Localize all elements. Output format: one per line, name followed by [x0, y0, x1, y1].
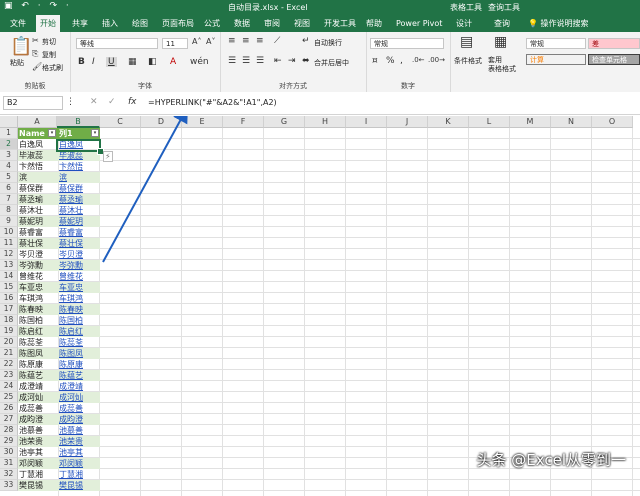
- conditional-format-icon[interactable]: ▤: [460, 34, 473, 50]
- cut-button[interactable]: 剪切: [42, 37, 56, 47]
- group-styles: ▤ 条件格式 ▦ 套用 表格格式 常规 差 计算 检查单元格: [450, 32, 640, 92]
- quick-access-toolbar[interactable]: ▣ ↶ · ↷ ·: [4, 1, 72, 11]
- accounting-format-icon[interactable]: ¤: [372, 56, 378, 66]
- decrease-decimal-icon[interactable]: .00→: [428, 56, 445, 64]
- font-color-icon[interactable]: A: [170, 57, 176, 67]
- phonetic-icon[interactable]: wén: [190, 57, 209, 67]
- format-painter-button[interactable]: 格式刷: [42, 63, 63, 73]
- worksheet[interactable]: ABCDEFGHIJKLMNO 1 2 3 4 5 6 7 8 9 10 11 12 13 14 15 16 1…: [0, 116, 640, 496]
- paste-button[interactable]: 粘贴: [10, 58, 24, 68]
- context-tab-query-tools: 查询工具: [488, 3, 520, 12]
- lightbulb-icon: 💡: [528, 19, 538, 28]
- cut-icon[interactable]: ✂: [32, 36, 39, 45]
- format-as-table-button[interactable]: 套用 表格格式: [488, 56, 516, 74]
- clipboard-group-label: 剪贴板: [24, 82, 46, 90]
- format-painter-icon[interactable]: 🖌: [32, 62, 42, 71]
- font-group-label: 字体: [138, 82, 152, 90]
- wrap-text-icon[interactable]: ↵: [302, 36, 310, 46]
- tab-file[interactable]: 文件: [6, 15, 30, 32]
- merge-center-icon[interactable]: ⬌: [302, 56, 310, 66]
- tab-share[interactable]: 共享: [68, 15, 92, 32]
- tell-me-search[interactable]: 💡 操作说明搜索: [528, 15, 589, 32]
- group-number: 常规 ¤ % , .0← .00→ 数字: [366, 32, 451, 92]
- number-group-label: 数字: [401, 82, 415, 90]
- style-normal[interactable]: 常规: [526, 38, 586, 49]
- name-box-more-icon[interactable]: ⋮: [66, 97, 75, 107]
- ribbon-tab-bar: 文件 开始 共享 插入 绘图 页面布局 公式 数据 审阅 视图 开发工具 帮助 …: [0, 15, 640, 32]
- comma-style-icon[interactable]: ,: [400, 56, 403, 66]
- tab-review[interactable]: 审阅: [260, 15, 284, 32]
- tab-formulas[interactable]: 公式: [200, 15, 224, 32]
- tab-insert[interactable]: 插入: [98, 15, 122, 32]
- number-format-select[interactable]: 常规: [370, 38, 444, 49]
- formula-bar: B2 ⋮ ✕ ✓ fx =HYPERLINK("#"&A2&"!A1",A2): [0, 92, 640, 115]
- bold-button[interactable]: B: [78, 57, 85, 67]
- conditional-format-button[interactable]: 条件格式: [454, 56, 482, 66]
- enter-icon[interactable]: ✓: [108, 97, 116, 107]
- align-left-icon[interactable]: ☰: [228, 56, 236, 66]
- increase-font-icon[interactable]: A˄: [192, 37, 201, 46]
- annotation-arrow: [102, 116, 188, 263]
- group-font: 等线 11 A˄ A˅ B I U ▦ ◧ A wén 字体: [70, 32, 221, 92]
- increase-indent-icon[interactable]: ⇥: [288, 56, 296, 66]
- watermark-text: 头条 @Excel从零到一: [476, 451, 626, 469]
- group-clipboard: 📋 粘贴 ✂ 剪切 ⎘ 复制 🖌 格式刷 剪贴板: [0, 32, 71, 92]
- tell-me-label: 操作说明搜索: [540, 19, 589, 28]
- title-bar: ▣ ↶ · ↷ · 自动目录.xlsx - Excel 表格工具 查询工具: [0, 0, 640, 15]
- window-title: 自动目录.xlsx - Excel: [228, 3, 308, 12]
- copy-button[interactable]: 复制: [42, 50, 56, 60]
- format-as-table-icon[interactable]: ▦: [494, 34, 507, 50]
- orientation-icon[interactable]: ⟋: [274, 36, 280, 46]
- name-box[interactable]: B2: [3, 96, 63, 110]
- tab-home[interactable]: 开始: [36, 15, 60, 32]
- tab-page-layout[interactable]: 页面布局: [158, 15, 198, 32]
- italic-button[interactable]: I: [92, 57, 95, 67]
- formula-input[interactable]: =HYPERLINK("#"&A2&"!A1",A2): [148, 96, 636, 110]
- group-alignment: ≡ ≡ ≡ ⟋ ↵ 自动换行 ☰ ☰ ☰ ⇤ ⇥ ⬌ 合并后居中 对齐方式: [220, 32, 367, 92]
- font-size-select[interactable]: 11: [162, 38, 188, 49]
- insert-function-icon[interactable]: fx: [128, 97, 137, 107]
- tab-developer[interactable]: 开发工具: [320, 15, 360, 32]
- merge-center-button[interactable]: 合并后居中: [314, 58, 349, 68]
- borders-icon[interactable]: ▦: [128, 57, 137, 67]
- increase-decimal-icon[interactable]: .0←: [412, 56, 425, 64]
- font-name-select[interactable]: 等线: [76, 38, 158, 49]
- wrap-text-button[interactable]: 自动换行: [314, 38, 342, 48]
- ribbon: 📋 粘贴 ✂ 剪切 ⎘ 复制 🖌 格式刷 剪贴板 等线 11 A˄ A˅ B I…: [0, 32, 640, 93]
- tab-query[interactable]: 查询: [490, 15, 514, 32]
- tab-help[interactable]: 帮助: [362, 15, 386, 32]
- decrease-font-icon[interactable]: A˅: [206, 37, 215, 46]
- tab-design[interactable]: 设计: [452, 15, 476, 32]
- percent-icon[interactable]: %: [386, 56, 395, 66]
- align-center-icon[interactable]: ☰: [242, 56, 250, 66]
- paste-icon[interactable]: 📋: [10, 36, 32, 57]
- tab-draw[interactable]: 绘图: [128, 15, 152, 32]
- tab-data[interactable]: 数据: [230, 15, 254, 32]
- context-tab-table-tools: 表格工具: [450, 3, 482, 12]
- align-middle-icon[interactable]: ≡: [242, 36, 250, 46]
- align-top-icon[interactable]: ≡: [228, 36, 236, 46]
- tab-power-pivot[interactable]: Power Pivot: [392, 15, 446, 32]
- copy-icon[interactable]: ⎘: [32, 49, 38, 59]
- tab-view[interactable]: 视图: [290, 15, 314, 32]
- underline-button[interactable]: U: [106, 57, 117, 67]
- align-right-icon[interactable]: ☰: [256, 56, 264, 66]
- fill-color-icon[interactable]: ◧: [148, 57, 157, 67]
- style-calculation[interactable]: 计算: [526, 54, 586, 65]
- decrease-indent-icon[interactable]: ⇤: [274, 56, 282, 66]
- style-bad[interactable]: 差: [588, 38, 640, 49]
- cancel-icon[interactable]: ✕: [90, 97, 98, 107]
- style-check-cell[interactable]: 检查单元格: [588, 54, 640, 65]
- alignment-group-label: 对齐方式: [279, 82, 307, 90]
- align-bottom-icon[interactable]: ≡: [256, 36, 264, 46]
